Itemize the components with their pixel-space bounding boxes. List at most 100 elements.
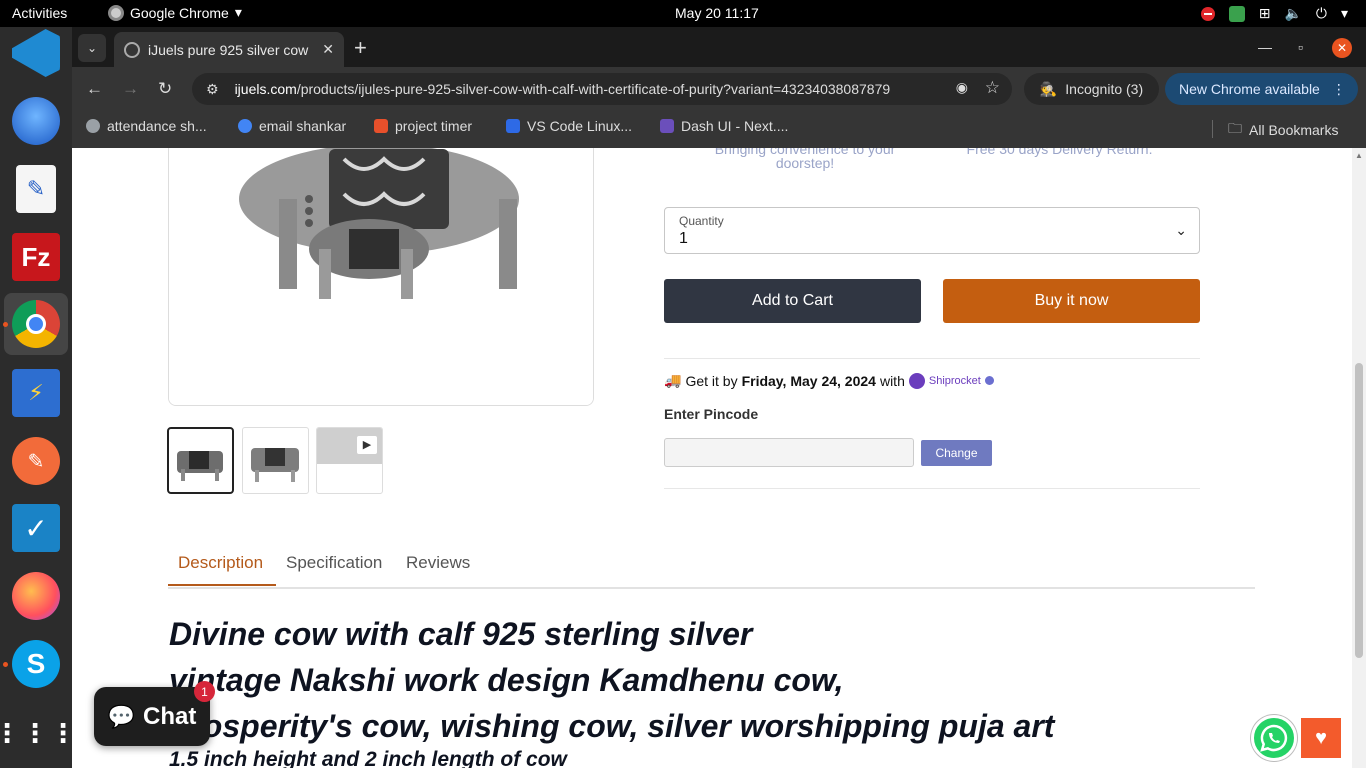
- app-menu[interactable]: Google Chrome ▾: [108, 4, 242, 21]
- postman-icon[interactable]: ✎: [12, 437, 60, 485]
- scroll-up-icon[interactable]: ▲: [1355, 151, 1363, 160]
- close-tab-icon[interactable]: ✕: [322, 41, 334, 58]
- reload-button[interactable]: ↻: [158, 79, 172, 99]
- minimize-button[interactable]: —: [1258, 39, 1272, 55]
- wishlist-heart-button[interactable]: ♥: [1301, 718, 1341, 758]
- chat-button[interactable]: 💬 Chat: [94, 687, 210, 746]
- info-convenience: Bringing convenience to your doorstep!: [700, 148, 910, 170]
- do-not-disturb-icon[interactable]: [1200, 6, 1215, 21]
- buy-now-button[interactable]: Buy it now: [943, 279, 1200, 323]
- browser-tab[interactable]: iJuels pure 925 silver cow ✕: [114, 32, 344, 67]
- bookmark-item[interactable]: email shankar: [238, 118, 346, 134]
- thunderbird-icon[interactable]: [12, 97, 60, 145]
- delivery-estimate: 🚚 Get it by Friday, May 24, 2024 with Sh…: [664, 372, 994, 389]
- pincode-label: Enter Pincode: [664, 406, 759, 422]
- page-content: ▶ Bringing convenience to your doorstep!…: [72, 148, 1352, 768]
- back-button[interactable]: ←: [86, 79, 103, 99]
- running-indicator: [3, 662, 8, 667]
- whatsapp-glyph: [1260, 724, 1288, 752]
- update-label: New Chrome available: [1179, 81, 1320, 97]
- caret-down-icon: ▾: [234, 4, 242, 20]
- eye-icon[interactable]: ◉: [956, 79, 968, 96]
- scrollbar-thumb[interactable]: [1355, 363, 1363, 658]
- activities-button[interactable]: Activities: [12, 5, 67, 21]
- pincode-input[interactable]: [664, 438, 914, 467]
- clock[interactable]: May 20 11:17: [675, 5, 759, 21]
- volume-icon[interactable]: 🔈: [1284, 5, 1301, 22]
- vscode-icon[interactable]: [12, 29, 60, 77]
- bookmark-star-icon[interactable]: ☆: [985, 78, 1000, 98]
- maximize-button[interactable]: ▫: [1298, 39, 1303, 55]
- chat-label: Chat: [143, 702, 197, 730]
- incognito-label: Incognito (3): [1065, 81, 1144, 97]
- info-icon[interactable]: [984, 376, 994, 385]
- page-scrollbar[interactable]: ▲: [1352, 148, 1366, 768]
- tab-title: iJuels pure 925 silver cow: [148, 41, 309, 58]
- add-to-cart-button[interactable]: Add to Cart: [664, 279, 921, 323]
- new-tab-button[interactable]: +: [354, 35, 367, 61]
- skype-icon[interactable]: S: [12, 640, 60, 688]
- bookmark-label: project timer: [395, 118, 473, 134]
- quantity-select[interactable]: Quantity 1 ⌄: [664, 207, 1200, 254]
- eta-with: with: [879, 372, 905, 389]
- product-main-image[interactable]: [168, 148, 594, 406]
- description-line: Prosperity's cow, wishing cow, silver wo…: [169, 708, 1055, 744]
- project-timer-icon: [374, 119, 388, 133]
- product-thumbnail[interactable]: [242, 427, 309, 494]
- courier-name: Shiprocket: [928, 374, 981, 387]
- power-icon[interactable]: ⏻: [1316, 5, 1327, 22]
- active-tab-underline: [168, 584, 276, 586]
- bookmark-label: email shankar: [259, 118, 347, 134]
- chrome-icon[interactable]: [12, 300, 60, 348]
- tab-specification[interactable]: Specification: [286, 553, 382, 573]
- folder-icon: 🗀: [1228, 120, 1242, 136]
- site-info-icon[interactable]: ⚙: [206, 81, 219, 98]
- bookmark-item[interactable]: attendance sh...: [86, 118, 207, 134]
- system-top-bar: Activities Google Chrome ▾ May 20 11:17 …: [0, 0, 1366, 27]
- system-tray[interactable]: ⊞ 🔈 ⏻ ▾: [1200, 5, 1348, 22]
- browser-window: ⌄ iJuels pure 925 silver cow ✕ + — ▫ ✕ ←…: [72, 27, 1366, 148]
- firefox-icon[interactable]: [12, 572, 60, 620]
- eta-prefix: Get it by: [685, 372, 738, 389]
- bookmark-label: attendance sh...: [107, 118, 207, 134]
- description-size: 1.5 inch height and 2 inch length of cow: [169, 748, 567, 768]
- chat-bubble-icon: 💬: [107, 703, 136, 729]
- whatsapp-icon[interactable]: [1251, 715, 1297, 761]
- forward-button[interactable]: →: [122, 79, 139, 99]
- heart-icon: ♥: [1315, 726, 1327, 749]
- close-window-button[interactable]: ✕: [1332, 38, 1352, 58]
- remote-desktop-icon[interactable]: ⚡: [12, 369, 60, 417]
- chevron-down-icon[interactable]: ▾: [1341, 5, 1348, 22]
- all-bookmarks-button[interactable]: 🗀 All Bookmarks: [1228, 118, 1338, 142]
- bookmarks-bar: attendance sh... email shankar project t…: [72, 112, 1366, 148]
- change-pincode-button[interactable]: Change: [921, 440, 992, 466]
- network-icon[interactable]: ⊞: [1259, 5, 1271, 22]
- silver-cow-image: [169, 148, 593, 405]
- incognito-icon: 🕵: [1039, 80, 1058, 97]
- update-shield-icon[interactable]: [1228, 5, 1245, 22]
- tab-reviews[interactable]: Reviews: [406, 553, 470, 573]
- filezilla-icon[interactable]: Fz: [12, 233, 60, 281]
- info-return-text: Free 30 days Delivery Return.: [966, 148, 1153, 157]
- tab-favicon-icon: [124, 41, 140, 58]
- address-bar[interactable]: ⚙ ijuels.com/products/ijules-pure-925-si…: [192, 73, 1012, 105]
- divider: [664, 358, 1200, 359]
- thumbnail-image: [177, 451, 223, 481]
- bookmark-item[interactable]: project timer: [374, 118, 472, 134]
- product-video-thumbnail[interactable]: ▶: [316, 427, 383, 494]
- url-path: /products/ijules-pure-925-silver-cow-wit…: [296, 81, 891, 97]
- update-chrome-button[interactable]: New Chrome available ⋮: [1165, 73, 1358, 105]
- task-app-icon[interactable]: ✓: [12, 504, 60, 552]
- incognito-button[interactable]: 🕵 Incognito (3): [1024, 73, 1159, 105]
- bookmark-item[interactable]: VS Code Linux...: [506, 118, 632, 134]
- all-bookmarks-label: All Bookmarks: [1249, 122, 1339, 138]
- text-editor-icon[interactable]: ✎: [16, 165, 56, 213]
- product-thumbnail[interactable]: [167, 427, 234, 494]
- product-tabs: Description Specification Reviews: [168, 546, 1255, 589]
- bookmark-item[interactable]: Dash UI - Next....: [660, 118, 788, 134]
- thumbnail-image: [251, 448, 299, 482]
- tab-description[interactable]: Description: [178, 553, 263, 573]
- fast-delivery-icon: 🚚: [664, 372, 682, 388]
- app-grid-icon[interactable]: ⋮⋮⋮: [0, 709, 76, 757]
- tab-search-button[interactable]: ⌄: [78, 34, 106, 62]
